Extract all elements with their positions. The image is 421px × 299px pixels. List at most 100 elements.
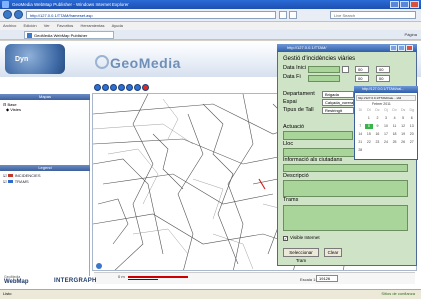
calendar-day[interactable]: 24 [382, 140, 391, 145]
popup-maximize-button[interactable] [398, 45, 405, 51]
visible-checkbox[interactable]: ✓ [283, 236, 288, 241]
calendar-day[interactable]: 2 [373, 116, 382, 121]
calendar-day[interactable]: 26 [399, 140, 408, 145]
data-fi-field[interactable] [308, 75, 340, 82]
menu-item[interactable]: Edición [23, 23, 36, 28]
calendar-day[interactable]: 8 [364, 124, 374, 129]
calendar-weekday: Ds [400, 108, 406, 112]
espai-select[interactable]: Calçada_vorera [322, 99, 354, 106]
escala-label: Escala 1: [300, 277, 317, 282]
fit-all-icon[interactable] [126, 84, 133, 91]
refresh-icon[interactable] [134, 84, 141, 91]
calendar-day[interactable]: 14 [356, 132, 365, 137]
hour-start-select[interactable]: 00 [355, 66, 369, 73]
calendar-day[interactable]: 7 [356, 124, 365, 129]
calendar-day[interactable]: 21 [356, 140, 365, 145]
popup-minimize-button[interactable] [390, 45, 397, 51]
popup-close-button[interactable] [406, 45, 413, 51]
map-toolbar [94, 84, 149, 91]
status-text: Listo [3, 291, 12, 296]
maximize-button[interactable] [400, 1, 409, 8]
intergraph-logo: INTERGRAPH [54, 278, 97, 284]
clear-icon[interactable] [142, 84, 149, 91]
calendar-weekday: Dl [358, 108, 362, 112]
calendar-day[interactable]: 9 [373, 124, 382, 129]
descripcio-field[interactable] [283, 180, 408, 197]
window-controls [390, 1, 419, 8]
minimize-button[interactable] [390, 1, 399, 8]
url-field[interactable]: http://127.0.0.1/TTAM/frameset.asp [26, 11, 276, 19]
menu-item[interactable]: Archivo [3, 23, 16, 28]
calendar-day[interactable]: 23 [373, 140, 382, 145]
calendar-day[interactable]: 13 [407, 124, 416, 129]
map-navigator-icon[interactable] [96, 263, 102, 269]
form-title: Gestió d'incidències viàries [283, 56, 356, 62]
legend-list: ☑ INCIDENCIES ☑ TRAMS [3, 173, 40, 185]
scale-bar-area [94, 272, 415, 284]
scale-input[interactable]: 19126 [316, 275, 338, 282]
hour-end-select[interactable]: 00 [355, 75, 369, 82]
clear-button[interactable]: Clear [324, 248, 342, 257]
legend-header: Legend [0, 165, 90, 171]
stop-icon[interactable] [289, 11, 297, 19]
mapas-header: Mapas [0, 94, 90, 100]
calendar-weekday: Dg [409, 108, 414, 112]
calendar-day[interactable]: 5 [399, 116, 408, 121]
tipus-tall-select[interactable]: Restringit [322, 107, 354, 114]
calendar-day[interactable]: 25 [390, 140, 399, 145]
calendar-day[interactable]: 20 [407, 132, 416, 137]
calendar-day[interactable]: 12 [399, 124, 408, 129]
command-bar: Página [405, 31, 417, 39]
page-menu[interactable]: Página [405, 32, 417, 37]
menu-item[interactable]: Herramientas [80, 23, 104, 28]
mapas-tree: ⊟ Base ◆ Vistes [3, 102, 21, 112]
select-tram-button[interactable]: Seleccionar Tram [283, 248, 319, 263]
legend-item[interactable]: ☑ TRAMS [3, 179, 40, 185]
refresh-page-icon[interactable] [279, 11, 287, 19]
tree-item[interactable]: ◆ Vistes [3, 107, 21, 112]
calendar-day[interactable]: 17 [382, 132, 391, 137]
logo-text: Dyn [15, 56, 29, 63]
zoom-in-icon[interactable] [94, 84, 101, 91]
browser-tab[interactable]: GeoMedia WebMap Publisher [24, 31, 114, 39]
calendar-day[interactable]: 10 [382, 124, 391, 129]
actuacio-field[interactable] [283, 131, 353, 140]
trams-field[interactable] [283, 205, 408, 231]
ie-icon [2, 1, 9, 8]
search-input[interactable]: Live Search [330, 11, 416, 19]
data-inici-field[interactable] [308, 66, 340, 73]
close-button[interactable] [410, 1, 419, 8]
zoom-window-icon[interactable] [110, 84, 117, 91]
data-fi-label: Data Fi [283, 74, 301, 80]
departament-select[interactable]: Brigada [322, 91, 354, 98]
calendar-day[interactable]: 16 [373, 132, 382, 137]
calendar-day[interactable]: 27 [407, 140, 416, 145]
calendar-day[interactable]: 22 [365, 140, 374, 145]
menu-item[interactable]: Ver [44, 23, 50, 28]
info-field[interactable] [283, 164, 408, 172]
calendar-day[interactable]: 15 [365, 132, 374, 137]
pan-icon[interactable] [118, 84, 125, 91]
back-icon[interactable] [3, 10, 12, 19]
calendar-icon[interactable] [342, 66, 349, 73]
calendar-day[interactable]: 6 [407, 116, 416, 121]
calendar-day[interactable]: 3 [382, 116, 391, 121]
calendar-day[interactable]: 19 [399, 132, 408, 137]
webmap-logo: GeoMedia WebMap [4, 275, 29, 285]
zoom-out-icon[interactable] [102, 84, 109, 91]
geomedia-mark-icon [95, 55, 109, 69]
calendar-day[interactable]: 18 [390, 132, 399, 137]
minute-start-select[interactable]: 00 [376, 66, 390, 73]
popup-controls [390, 45, 413, 51]
data-inici-label: Data Inici [283, 65, 306, 71]
departament-label: Departament [283, 91, 315, 97]
menu-item[interactable]: Ayuda [112, 23, 123, 28]
forward-icon[interactable] [14, 10, 23, 19]
calendar-day[interactable]: 28 [356, 148, 365, 153]
menu-item[interactable]: Favoritos [57, 23, 73, 28]
calendar-day[interactable]: 11 [390, 124, 399, 129]
logo-globe [5, 44, 65, 74]
minute-end-select[interactable]: 00 [376, 75, 390, 82]
calendar-day[interactable]: 1 [365, 116, 374, 121]
calendar-day[interactable]: 4 [390, 116, 399, 121]
